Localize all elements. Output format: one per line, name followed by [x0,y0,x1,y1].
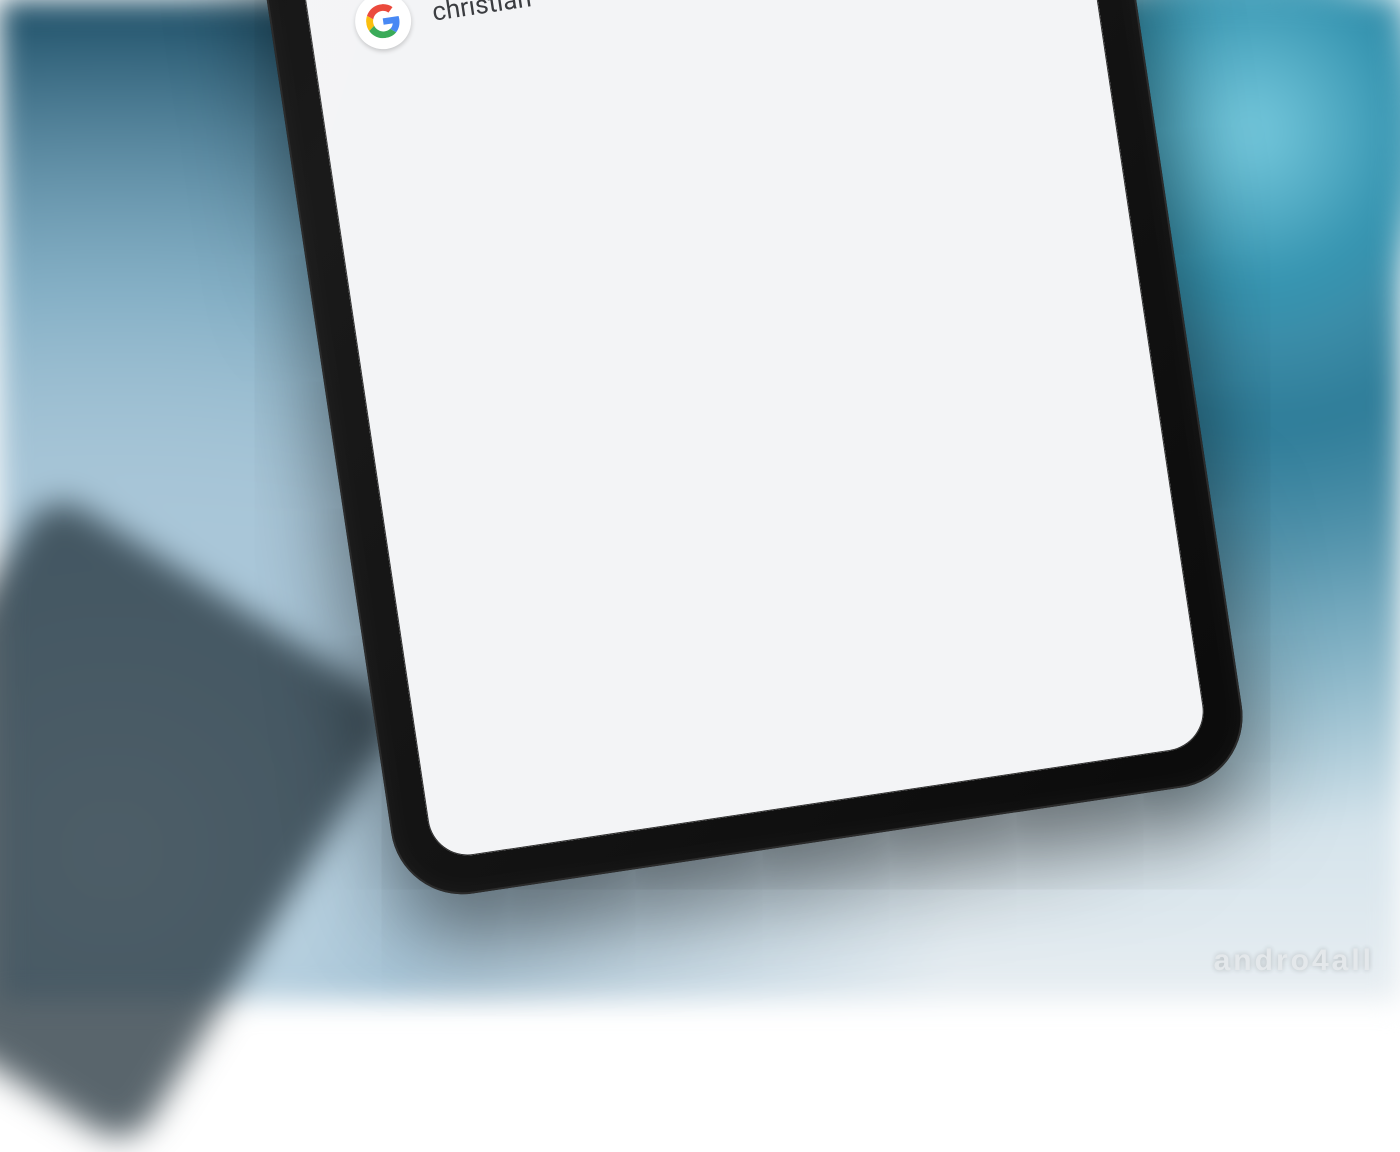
google-logo-icon [351,0,415,53]
watermark: andro4all [1214,944,1374,978]
account-name: christian [430,0,534,31]
account-row[interactable]: christian [351,0,1044,53]
screen-gloss [211,0,1209,861]
phone-screen: 9:00 Borrar todos los [211,0,1209,861]
content-area: Se borrarán todos los datos del almacena… [232,0,1095,99]
phone-device: 9:00 Borrar todos los [148,0,1253,904]
